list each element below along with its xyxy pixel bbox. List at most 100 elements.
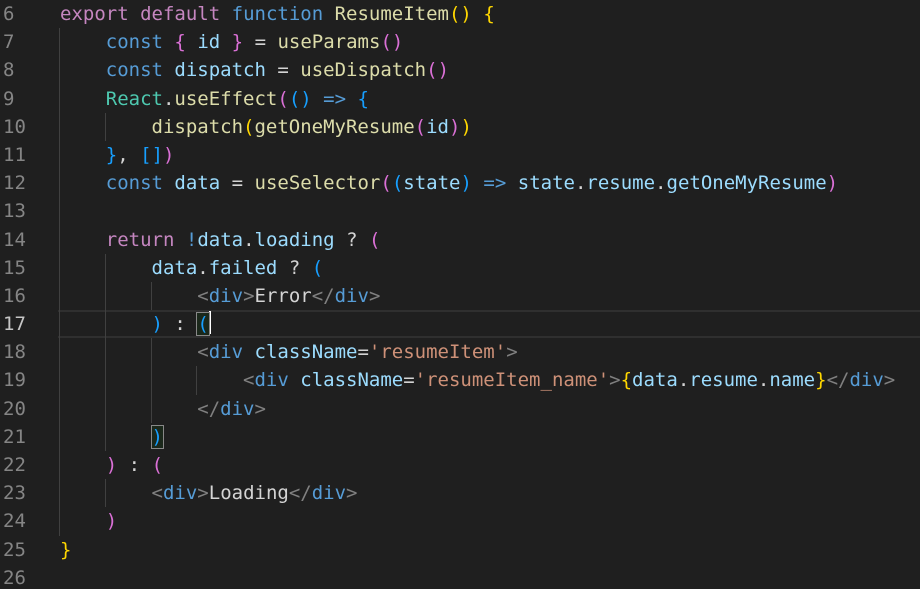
code-token-kw2: div <box>334 284 369 307</box>
line-number-24[interactable]: 24 <box>3 507 26 535</box>
code-token-fn: getOneMyResume <box>254 115 415 138</box>
code-token-tag: > <box>368 284 381 307</box>
code-line-23[interactable]: 23 <div>Loading</div> <box>0 479 920 508</box>
code-line-19[interactable]: 19 <div className='resumeItem_name'>{dat… <box>0 366 920 395</box>
line-number-12[interactable]: 12 <box>3 169 26 197</box>
code-token-op: . <box>677 369 690 392</box>
line-number-6[interactable]: 6 <box>3 0 14 28</box>
code-token-tag: < <box>151 482 163 505</box>
code-line-16[interactable]: 16 <div>Error</div> <box>0 281 920 311</box>
code-token-tag: < <box>197 341 209 364</box>
code-line-6[interactable]: 6 export default function ResumeItem() { <box>0 0 920 28</box>
code-token-kw2: function <box>231 3 324 25</box>
code-token-fn: useParams <box>277 31 381 54</box>
code-line-25[interactable]: 25} <box>0 536 920 564</box>
code-token-tag: < <box>243 369 255 392</box>
code-line-14[interactable]: 14 return !data.loading ? ( <box>0 225 920 254</box>
code-token-op: = <box>254 31 267 54</box>
code-token-var: data <box>174 172 221 195</box>
line-number-22[interactable]: 22 <box>3 451 26 479</box>
code-token-op: , <box>117 143 129 166</box>
code-line-24[interactable]: 24 ) <box>0 507 920 536</box>
line-number-14[interactable]: 14 <box>3 226 26 254</box>
code-token-b1: { <box>483 3 495 25</box>
line-number-23[interactable]: 23 <box>3 479 26 507</box>
line-number-21[interactable]: 21 <box>3 423 26 451</box>
line-number-11[interactable]: 11 <box>3 141 26 169</box>
code-text: const data = useSelector((state) => stat… <box>60 169 838 197</box>
code-token-b2: ) <box>826 172 839 195</box>
code-token-kw2: div <box>254 369 289 392</box>
code-token-op: = <box>231 172 244 195</box>
code-token-op: . <box>757 369 770 392</box>
line-number-9[interactable]: 9 <box>3 85 14 113</box>
code-line-21[interactable]: 21 ) <box>0 422 920 451</box>
code-line-12[interactable]: 12 const data = useSelector((state) => s… <box>0 169 920 198</box>
code-token-var: state <box>517 172 575 195</box>
code-line-13[interactable]: 13 <box>0 197 920 226</box>
code-line-8[interactable]: 8 const dispatch = useDispatch() <box>0 56 920 85</box>
line-number-13[interactable]: 13 <box>3 197 26 225</box>
code-token-op: = <box>403 369 415 392</box>
code-token-kw2: div <box>220 397 255 420</box>
line-number-19[interactable]: 19 <box>3 366 26 394</box>
line-number-7[interactable]: 7 <box>3 28 14 56</box>
code-text: const { id } = useParams() <box>60 28 404 56</box>
line-number-8[interactable]: 8 <box>3 56 14 84</box>
code-line-17[interactable]: 17 ) : ( <box>0 310 920 339</box>
code-line-7[interactable]: 7 const { id } = useParams() <box>0 28 920 57</box>
code-text: ) : ( <box>60 310 211 338</box>
line-number-25[interactable]: 25 <box>3 536 26 564</box>
code-line-26[interactable]: 26 <box>0 564 920 589</box>
line-number-15[interactable]: 15 <box>3 254 26 282</box>
code-text: data.failed ? ( <box>60 254 324 282</box>
code-line-10[interactable]: 10 dispatch(getOneMyResume(id)) <box>0 112 920 141</box>
code-text: const dispatch = useDispatch() <box>60 56 449 84</box>
code-token-b2: ) <box>105 454 118 476</box>
code-token-kw2: => <box>483 172 507 195</box>
code-token-kw1: default <box>140 3 221 25</box>
code-token-tag: > <box>243 284 255 307</box>
line-number-20[interactable]: 20 <box>3 395 26 423</box>
code-line-11[interactable]: 11 }, []) <box>0 140 920 170</box>
code-editor[interactable]: 6 export default function ResumeItem() {7… <box>0 0 920 589</box>
code-token-b3: { <box>357 87 369 110</box>
code-token-b1: { <box>620 369 633 392</box>
code-token-b2: { <box>174 31 186 54</box>
code-line-22[interactable]: 22 ) : ( <box>0 451 920 480</box>
code-token-var: failed <box>208 256 278 279</box>
code-token-kw2: div <box>311 482 347 505</box>
code-token-b1: } <box>815 369 827 392</box>
code-line-15[interactable]: 15 data.failed ? ( <box>0 253 920 282</box>
line-number-16[interactable]: 16 <box>3 282 26 310</box>
code-token-kw2: div <box>208 284 244 307</box>
code-line-20[interactable]: 20 </div> <box>0 394 920 423</box>
code-token-kw2: const <box>105 172 163 195</box>
code-token-kw1: export <box>60 3 129 25</box>
code-token-b2: ) <box>163 143 175 166</box>
code-token-kw1: return <box>105 228 175 251</box>
line-number-10[interactable]: 10 <box>3 113 26 141</box>
code-token-fn: useDispatch <box>300 59 427 82</box>
code-line-9[interactable]: 9 React.useEffect(() => { <box>0 84 920 113</box>
line-number-18[interactable]: 18 <box>3 338 26 366</box>
code-token-op: . <box>655 172 667 195</box>
code-token-txt: Loading <box>208 482 289 505</box>
line-number-17[interactable]: 17 <box>3 310 26 338</box>
code-line-18[interactable]: 18 <div className='resumeItem'> <box>0 338 920 367</box>
code-text: return !data.loading ? ( <box>60 226 381 254</box>
line-number-26[interactable]: 26 <box>3 564 26 589</box>
